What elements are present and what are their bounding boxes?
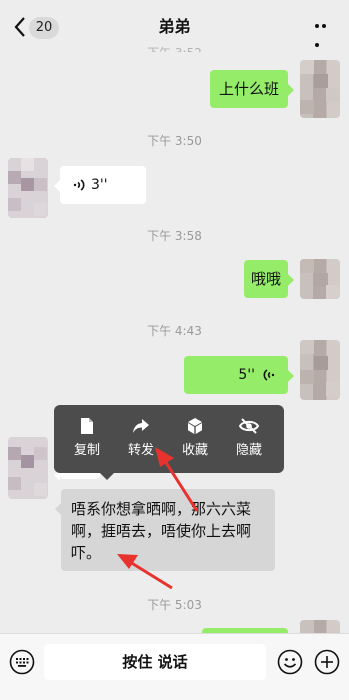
my-avatar[interactable] (300, 259, 340, 299)
more-options-icon[interactable] (315, 24, 335, 47)
message-text: 哦哦 (250, 270, 281, 288)
message-text: 唔系你想拿晒啊，那六六菜啊，捱唔去，唔使你上去啊吓。 (71, 500, 252, 562)
menu-item-forward[interactable]: 转发 (116, 417, 166, 458)
contact-avatar[interactable] (8, 158, 48, 218)
voice-duration: 3'' (91, 177, 108, 193)
input-bar: 按住 说话 (0, 633, 349, 700)
message-bubble-sent[interactable]: 上什么班 (210, 70, 294, 108)
keyboard-icon[interactable] (9, 649, 35, 675)
chat-title: 弟弟 (158, 17, 191, 36)
contact-avatar[interactable] (8, 437, 48, 499)
timestamp: 下午 3:58 (147, 229, 202, 243)
voice-duration: 5'' (238, 367, 255, 383)
timestamp: 下午 3:50 (147, 134, 202, 148)
clipped-timestamp: 下午 3:52 (0, 44, 349, 52)
menu-item-favorite[interactable]: 收藏 (170, 417, 220, 458)
hide-eye-icon (239, 418, 259, 434)
message-context-menu: 复制 转发 收藏 隐藏 (54, 405, 284, 480)
voice-wave-icon (263, 369, 275, 381)
emoji-icon[interactable] (277, 649, 303, 675)
forward-icon (133, 419, 149, 433)
timestamp: 下午 4:43 (147, 324, 202, 338)
hold-to-talk-button[interactable]: 按住 说话 (44, 644, 266, 680)
my-avatar[interactable] (300, 340, 340, 400)
my-avatar[interactable] (300, 60, 340, 118)
voice-wave-icon (73, 179, 85, 191)
message-bubble-sent[interactable]: 哦哦 (244, 260, 294, 298)
document-icon (81, 418, 93, 434)
favorite-cube-icon (188, 418, 202, 434)
selected-message-bubble[interactable]: 唔系你想拿晒啊，那六六菜啊，捱唔去，唔使你上去啊吓。 (55, 489, 275, 571)
voice-message-received[interactable]: 3'' (54, 166, 146, 204)
annotation-arrow (117, 447, 199, 590)
timestamp: 下午 5:03 (147, 598, 202, 612)
voice-message-sent[interactable]: 5'' (184, 356, 294, 394)
menu-item-copy[interactable]: 复制 (62, 417, 112, 458)
plus-icon[interactable] (314, 649, 340, 675)
my-avatar[interactable] (300, 620, 340, 633)
menu-item-hide[interactable]: 隐藏 (224, 417, 274, 458)
message-text: 上什么班 (218, 80, 279, 98)
